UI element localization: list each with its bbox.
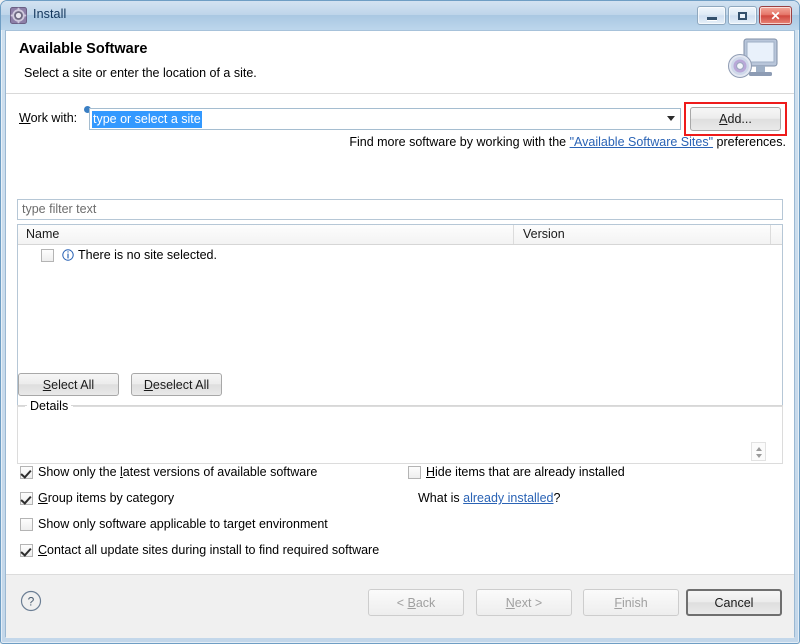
checkbox-contact-update-sites[interactable]	[20, 544, 33, 557]
cancel-button[interactable]: Cancel	[686, 589, 782, 616]
cancel-button-label: Cancel	[714, 595, 754, 610]
work-with-input[interactable]: type or select a site	[92, 111, 202, 128]
details-border-left	[17, 406, 25, 407]
install-dialog-window: Install ✕ Available Software Select a si…	[0, 0, 800, 644]
details-group	[17, 406, 783, 464]
checkbox-applicable-target-environment[interactable]	[20, 518, 33, 531]
find-more-software-text: Find more software by working with the "…	[349, 135, 786, 149]
label-applicable-target-environment[interactable]: Show only software applicable to target …	[38, 517, 328, 531]
table-row[interactable]: There is no site selected.	[18, 246, 782, 266]
page-title: Available Software	[19, 41, 148, 57]
close-button[interactable]: ✕	[759, 6, 792, 25]
finish-button-label: Finish	[614, 595, 648, 610]
deselect-all-button[interactable]: Deselect All	[131, 373, 222, 396]
filter-input[interactable]: type filter text	[17, 199, 783, 220]
work-with-label: Work with:	[19, 111, 78, 125]
back-button-label: < Back	[396, 595, 436, 610]
checkbox-group-by-category[interactable]	[20, 492, 33, 505]
maximize-icon	[729, 7, 756, 24]
back-button[interactable]: < Back	[368, 589, 464, 616]
dialog-header: Available Software Select a site or ente…	[6, 31, 794, 94]
finish-button[interactable]: Finish	[583, 589, 679, 616]
window-title: Install	[33, 7, 67, 21]
details-scroll-spinner[interactable]	[751, 442, 766, 461]
work-with-combo[interactable]: type or select a site	[89, 108, 681, 130]
label-contact-update-sites[interactable]: Contact all update sites during install …	[38, 543, 379, 557]
already-installed-link[interactable]: already installed	[463, 491, 553, 505]
chevron-down-icon[interactable]	[667, 116, 675, 121]
available-software-sites-link[interactable]: "Available Software Sites"	[570, 135, 713, 149]
svg-text:?: ?	[28, 595, 35, 609]
find-more-suffix: preferences.	[713, 135, 787, 149]
close-icon: ✕	[770, 8, 781, 23]
column-header-version[interactable]: Version	[523, 227, 565, 241]
page-subtitle: Select a site or enter the location of a…	[24, 66, 257, 80]
already-installed-prefix: What is	[418, 491, 464, 505]
label-group-by-category[interactable]: Group items by category	[38, 491, 174, 505]
row-name-cell: There is no site selected.	[78, 248, 217, 262]
title-bar: Install ✕	[1, 1, 799, 30]
next-button[interactable]: Next >	[476, 589, 572, 616]
find-more-prefix: Find more software by working with the	[349, 135, 570, 149]
dialog-content: Available Software Select a site or ente…	[5, 30, 795, 638]
column-divider-1[interactable]	[513, 225, 514, 244]
deselect-all-label: Deselect All	[143, 377, 210, 392]
minimize-icon	[698, 7, 725, 24]
already-installed-suffix: ?	[553, 491, 561, 505]
select-all-button[interactable]: Select All	[18, 373, 119, 396]
add-button[interactable]: Add...	[690, 107, 781, 131]
checkbox-hide-already-installed[interactable]	[408, 466, 421, 479]
info-circle-icon	[62, 249, 74, 261]
dialog-body: Work with: type or select a site Add... …	[6, 94, 794, 574]
maximize-button[interactable]	[728, 6, 757, 25]
label-show-latest-versions[interactable]: Show only the latest versions of availab…	[38, 465, 317, 479]
table-header: Name Version	[18, 225, 782, 245]
spinner-down-icon[interactable]	[756, 454, 762, 458]
row-checkbox[interactable]	[41, 249, 54, 262]
spinner-up-icon[interactable]	[756, 447, 762, 451]
checkbox-show-latest-versions[interactable]	[20, 466, 33, 479]
column-header-name[interactable]: Name	[26, 227, 59, 241]
label-hide-already-installed[interactable]: Hide items that are already installed	[426, 465, 625, 479]
dialog-footer: ? < Back Next > Finish Cancel	[6, 574, 794, 638]
details-label: Details	[27, 399, 72, 413]
install-gear-icon	[10, 7, 27, 24]
already-installed-question: What is already installed?	[418, 491, 560, 505]
monitor-disc-icon	[724, 34, 782, 88]
details-border-right	[73, 406, 783, 407]
add-button-label: Add...	[719, 112, 752, 126]
column-divider-2[interactable]	[770, 225, 771, 244]
help-question-icon[interactable]: ?	[20, 590, 42, 612]
next-button-label: Next >	[505, 595, 543, 610]
minimize-button[interactable]	[697, 6, 726, 25]
select-all-label: Select All	[42, 377, 95, 392]
